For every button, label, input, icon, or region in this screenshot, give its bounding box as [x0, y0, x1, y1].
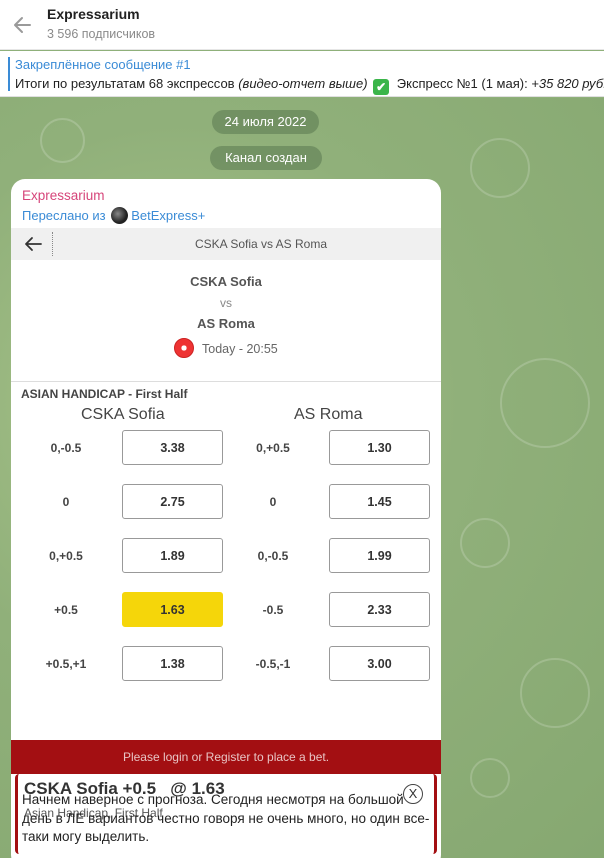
column-away-team: AS Roma	[294, 406, 363, 423]
away-team: AS Roma	[197, 316, 255, 331]
handicap-home: 0,-0.5	[50, 441, 82, 455]
channel-created-pill: Канал создан	[210, 146, 322, 170]
background-doodle	[460, 518, 510, 568]
background-doodle	[40, 118, 85, 163]
odds-row: 0,-0.5 3.38 0,+0.5 1.30	[11, 430, 441, 466]
market-name: ASIAN HANDICAP - First Half	[21, 387, 188, 401]
pinned-text-italic: (видео-отчет выше)	[238, 76, 368, 91]
handicap-away: -0.5	[262, 603, 284, 617]
handicap-away: 0,-0.5	[257, 549, 289, 563]
forwarded-prefix: Переслано из	[22, 208, 106, 223]
handicap-home: 0,+0.5	[49, 549, 83, 563]
odds-button-away[interactable]: 1.30	[329, 430, 430, 465]
bet-screenshot[interactable]: CSKA Sofia vs AS Roma CSKA Sofia vs AS R…	[11, 228, 441, 854]
odds-button-away[interactable]: 1.99	[329, 538, 430, 573]
login-prompt-bar[interactable]: Please login or Register to place a bet.	[11, 740, 441, 774]
odds-button-home[interactable]: 1.89	[122, 538, 223, 573]
odds-row: +0.5 1.63 -0.5 2.33	[11, 592, 441, 628]
odds-button-home[interactable]: 2.75	[122, 484, 223, 519]
back-arrow-icon	[25, 237, 42, 251]
odds-row: +0.5,+1 1.38 -0.5,-1 3.00	[11, 646, 441, 682]
pinned-accent-bar	[8, 57, 10, 91]
football-icon	[174, 338, 194, 358]
forwarded-source-name[interactable]: BetExpress+	[131, 208, 205, 223]
odds-button-home[interactable]: 3.38	[122, 430, 223, 465]
pinned-text-after: Экспресс №1 (1 мая):	[393, 76, 532, 91]
check-mark-icon: ✔	[373, 79, 390, 95]
pinned-text: Итоги по результатам 68 экспрессов (виде…	[15, 76, 604, 95]
odds-row: 0,+0.5 1.89 0,-0.5 1.99	[11, 538, 441, 574]
column-home-team: CSKA Sofia	[81, 406, 165, 423]
screenshot-header: CSKA Sofia vs AS Roma	[11, 228, 441, 260]
background-doodle	[470, 758, 510, 798]
message-bubble[interactable]: Expressarium Переслано из BetExpress+ CS…	[11, 179, 441, 858]
odds-button-away[interactable]: 2.33	[329, 592, 430, 627]
background-doodle	[500, 358, 590, 448]
match-time: Today - 20:55	[174, 338, 278, 358]
handicap-away: 0	[269, 495, 277, 509]
source-avatar	[111, 207, 129, 224]
divider	[11, 381, 441, 382]
home-team: CSKA Sofia	[190, 274, 262, 289]
subscriber-count: 3 596 подписчиков	[47, 27, 156, 41]
message-author[interactable]: Expressarium	[22, 188, 105, 203]
handicap-home: 0	[62, 495, 70, 509]
pinned-text-amount: +35 820 руб.	[531, 76, 604, 91]
handicap-away: -0.5,-1	[255, 657, 291, 671]
channel-title[interactable]: Expressarium	[47, 6, 140, 22]
odds-button-away[interactable]: 1.45	[329, 484, 430, 519]
versus-label: vs	[220, 296, 232, 310]
pinned-title: Закреплённое сообщение #1	[15, 57, 191, 72]
match-title: CSKA Sofia vs AS Roma	[194, 237, 328, 251]
back-arrow-icon[interactable]	[10, 12, 36, 38]
channel-header: Expressarium 3 596 подписчиков	[0, 0, 604, 50]
odds-button-home[interactable]: 1.38	[122, 646, 223, 681]
odds-button-away[interactable]: 3.00	[329, 646, 430, 681]
message-text: Начнем наверное с прогноза. Сегодня несм…	[22, 792, 430, 844]
handicap-home: +0.5	[54, 603, 78, 617]
odds-row: 0 2.75 0 1.45	[11, 484, 441, 520]
odds-button-home-selected[interactable]: 1.63	[122, 592, 223, 627]
background-doodle	[520, 658, 590, 728]
forwarded-from[interactable]: Переслано из BetExpress+	[22, 207, 205, 224]
handicap-away: 0,+0.5	[256, 441, 290, 455]
pinned-text-main: Итоги по результатам 68 экспрессов	[15, 76, 239, 91]
pinned-message[interactable]: Закреплённое сообщение #1 Итоги по резул…	[0, 51, 604, 97]
date-pill: 24 июля 2022	[212, 110, 319, 134]
header-separator	[52, 232, 53, 256]
background-doodle	[470, 138, 530, 198]
match-time-text: Today - 20:55	[202, 342, 278, 356]
handicap-home: +0.5,+1	[45, 657, 87, 671]
